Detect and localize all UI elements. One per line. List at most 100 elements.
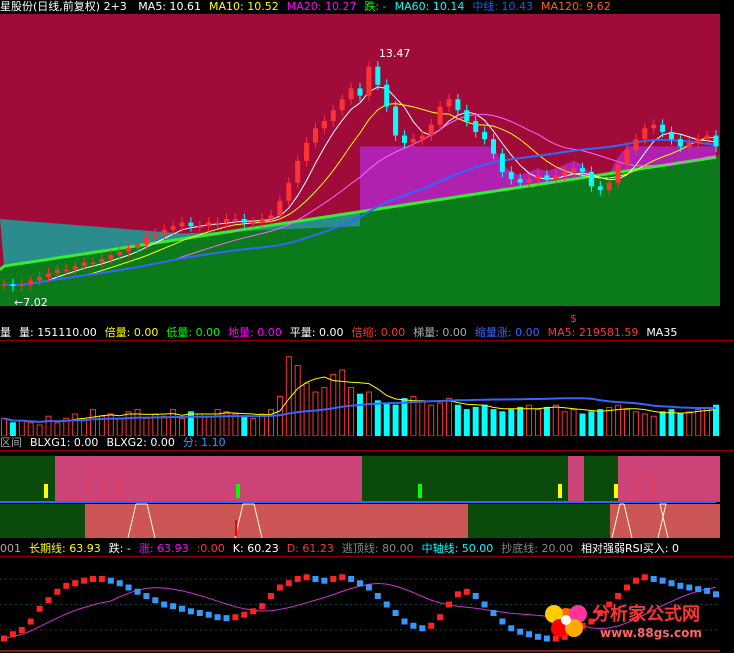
candle-body <box>651 124 657 129</box>
range-marker <box>236 484 240 498</box>
candle-body <box>37 276 43 281</box>
candle-body <box>580 168 585 172</box>
candle-body <box>179 222 185 227</box>
volume-bar <box>499 411 506 436</box>
volume-bar <box>686 411 693 436</box>
candle-body <box>135 244 140 248</box>
candle-body <box>526 179 532 183</box>
oscillator-legend-item: 001 <box>0 542 21 555</box>
volume-bar <box>526 404 533 436</box>
osc-point <box>517 628 524 635</box>
oscillator-legend-item: 逃顶线: 80.00 <box>341 542 414 555</box>
candle-body <box>562 171 568 176</box>
osc-point <box>632 577 639 584</box>
candle-body <box>597 186 603 190</box>
candle-body <box>464 110 470 122</box>
price-legend-item: MA5: 10.61 <box>138 0 202 13</box>
osc-point <box>454 591 461 598</box>
candle-body <box>72 266 78 270</box>
candle-body <box>63 269 69 272</box>
volume-bar <box>454 404 461 436</box>
candle-body <box>54 269 60 274</box>
candle-body <box>126 247 132 252</box>
osc-point <box>223 615 230 622</box>
volume-bar <box>472 406 479 436</box>
volume-bar <box>517 406 524 436</box>
volume-bar <box>481 404 488 436</box>
volume-legend-item: 倍缩: 0.00 <box>351 326 406 339</box>
osc-point <box>526 631 533 638</box>
osc-point <box>624 584 630 591</box>
osc-point <box>312 576 319 582</box>
volume-bar <box>579 413 586 436</box>
volume-bar <box>205 415 212 436</box>
candle-body <box>366 66 372 96</box>
volume-bar <box>624 409 630 436</box>
osc-point <box>339 574 346 581</box>
candle-body <box>304 142 310 161</box>
range-marker <box>558 484 562 498</box>
volume-bar <box>1 417 7 436</box>
volume-bar <box>161 415 168 436</box>
osc-point <box>650 576 657 582</box>
candle-body <box>81 262 87 267</box>
volume-bar <box>54 422 61 436</box>
range-block-upper <box>568 456 584 502</box>
oscillator-legend-item: D: 61.23 <box>286 542 334 555</box>
range-block-upper <box>430 456 568 502</box>
range-marker <box>418 484 422 498</box>
volume-bar <box>419 400 426 436</box>
volume-bar <box>357 393 363 436</box>
candle-body <box>624 150 630 165</box>
osc-point <box>374 593 381 599</box>
osc-point <box>214 614 221 621</box>
candle-body <box>482 131 488 140</box>
candle-body <box>428 124 434 136</box>
osc-point <box>36 605 43 612</box>
candle-body <box>232 218 238 221</box>
volume-bar <box>72 413 79 436</box>
volume-bar <box>187 411 194 436</box>
osc-point <box>276 584 283 591</box>
volume-legend-item: 梯量: 0.00 <box>413 326 467 339</box>
candle-body <box>375 66 381 85</box>
osc-point <box>410 622 417 629</box>
volume-legend-item: 缩量涨: 0.00 <box>474 326 540 339</box>
osc-point <box>419 625 426 632</box>
osc-point <box>116 580 123 587</box>
volume-bar <box>446 398 452 436</box>
candle-body <box>215 222 221 225</box>
volume-bar <box>632 411 639 436</box>
osc-point <box>383 601 390 608</box>
price-legend-item: MA60: 10.14 <box>394 0 465 13</box>
volume-bar <box>125 411 132 436</box>
osc-point <box>170 603 177 610</box>
volume-bar <box>294 365 301 436</box>
low-price-label: ←7.02 <box>14 296 48 309</box>
candle-body <box>588 171 594 187</box>
osc-point <box>446 601 452 608</box>
osc-point <box>294 576 301 582</box>
range-marker <box>44 484 48 498</box>
candle-body <box>544 175 550 180</box>
osc-point <box>98 576 105 582</box>
range-block-lower <box>0 504 85 538</box>
high-price-label: 13.47 <box>379 47 411 60</box>
candle-body <box>99 258 105 263</box>
candle-body <box>19 284 25 287</box>
candle-body <box>10 284 16 287</box>
osc-point <box>205 611 212 618</box>
volume-bar <box>339 369 346 436</box>
range-block-lower <box>468 504 610 538</box>
candle-body <box>491 139 496 154</box>
osc-point <box>232 614 239 621</box>
candle-body <box>633 139 639 151</box>
osc-point <box>428 622 435 629</box>
volume-bar <box>18 420 25 436</box>
osc-point <box>481 601 488 608</box>
range-legend-item: 分: 1.10 <box>182 436 226 449</box>
volume-bar <box>401 398 408 436</box>
volume-bar <box>428 404 435 436</box>
watermark-title: 分析家公式网 <box>592 604 700 625</box>
volume-bar <box>143 417 150 436</box>
